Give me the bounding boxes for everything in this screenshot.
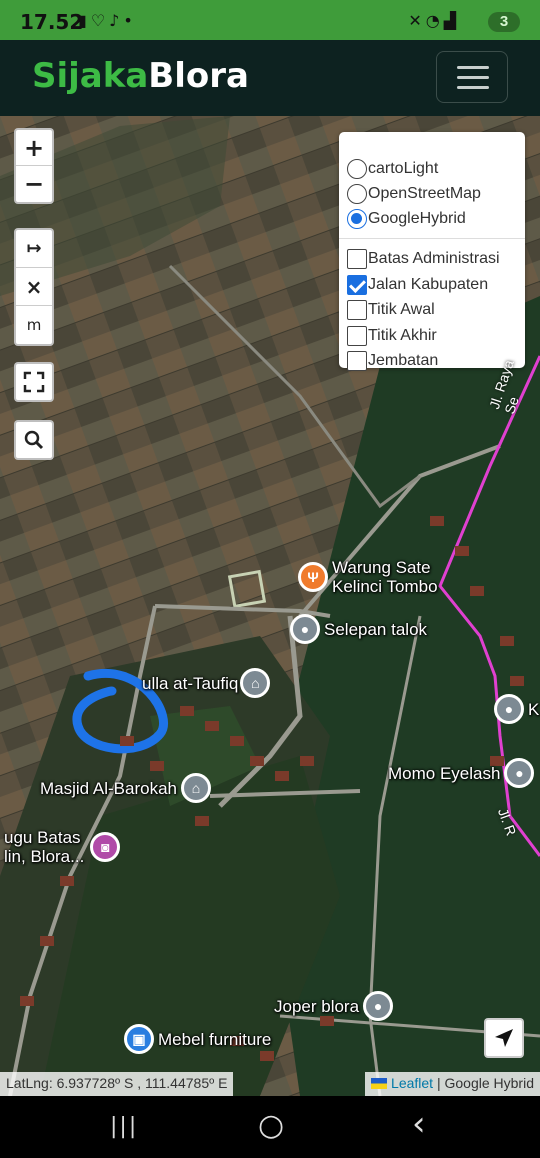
- brand-logo[interactable]: SijakaBlora: [32, 56, 249, 96]
- poi-k[interactable]: ● K: [494, 694, 539, 724]
- system-icons: ✕◔▟: [408, 11, 460, 30]
- radio-icon[interactable]: [347, 184, 367, 204]
- system-navigation-bar: ||| ○ ‹: [0, 1096, 540, 1158]
- provider-text: Google Hybrid: [444, 1075, 535, 1091]
- app-navbar: SijakaBlora: [0, 40, 540, 116]
- measure-unit-button[interactable]: m: [16, 306, 52, 344]
- brand-part-1: Sijaka: [32, 56, 149, 96]
- checkbox-icon[interactable]: [347, 351, 367, 371]
- overlay-label: Batas Administrasi: [368, 250, 500, 267]
- poi-label: Masjid Al-Barokah: [40, 778, 178, 798]
- poi-mebel-furniture[interactable]: ▣ Mebel furniture: [124, 1024, 271, 1054]
- checkbox-icon[interactable]: [347, 249, 367, 269]
- poi-joper-blora[interactable]: ● Joper blora: [270, 991, 394, 1021]
- fullscreen-control: [14, 362, 54, 402]
- layer-option-openstreetmap[interactable]: OpenStreetMap: [347, 181, 481, 207]
- overlay-label: Jembatan: [368, 352, 439, 369]
- locate-arrow-icon: [495, 1029, 513, 1047]
- ukraine-flag-icon: [371, 1078, 388, 1089]
- poi-label: Warung Sate Kelinci Tombo: [332, 558, 438, 596]
- checkbox-checked-icon[interactable]: [347, 275, 367, 295]
- dot-icon: •: [123, 11, 137, 30]
- brand-part-2: Blora: [148, 56, 249, 96]
- radio-selected-icon[interactable]: [347, 209, 367, 229]
- map-view[interactable]: + − ↦ × m cartoLight OpenStreetMap Googl…: [0, 116, 540, 1096]
- poi-tugu-batas[interactable]: ◙ ugu Batas lin, Blora...: [0, 828, 121, 866]
- hamburger-menu-button[interactable]: [436, 51, 508, 103]
- search-button[interactable]: [16, 422, 52, 458]
- zoom-control: + −: [14, 128, 54, 204]
- mute-icon: ✕: [408, 11, 426, 30]
- overlay-label: Titik Awal: [368, 301, 435, 318]
- wifi-icon: ◔: [425, 11, 444, 30]
- poi-label: Mebel furniture: [158, 1029, 272, 1049]
- status-bar: 17.52 ▮♡♪• ✕◔▟ 3: [0, 0, 540, 40]
- layer-label: OpenStreetMap: [368, 185, 481, 202]
- overlay-batas-administrasi[interactable]: Batas Administrasi: [347, 246, 500, 272]
- search-control: [14, 420, 54, 460]
- signal-icon: ▟: [443, 11, 460, 30]
- poi-masjid-al-barokah[interactable]: ⌂ Masjid Al-Barokah: [36, 773, 212, 803]
- coordinates-readout: LatLng: 6.937728º S , 111.44785º E: [0, 1072, 234, 1096]
- zoom-out-button[interactable]: −: [16, 166, 52, 202]
- battery-saver-icon: ▮: [78, 11, 91, 30]
- overlay-jembatan[interactable]: Jembatan: [347, 348, 438, 374]
- mosque-icon: ⌂: [240, 668, 271, 698]
- leaflet-link[interactable]: Leaflet: [391, 1075, 433, 1091]
- poi-label: Joper blora: [274, 996, 360, 1016]
- layers-control-panel: cartoLight OpenStreetMap GoogleHybrid Ba…: [339, 132, 525, 371]
- pin-icon: ●: [494, 694, 524, 724]
- pin-icon: ●: [363, 991, 394, 1021]
- poi-label: ugu Batas lin, Blora...: [4, 828, 85, 866]
- mosque-icon: ⌂: [181, 773, 212, 803]
- poi-label: ulla at-Taufiq: [142, 673, 239, 693]
- fullscreen-icon: [23, 371, 45, 393]
- layer-option-googlehybrid[interactable]: GoogleHybrid: [347, 206, 466, 232]
- recent-apps-button[interactable]: |||: [110, 1114, 138, 1139]
- poi-label: Momo Eyelash: [388, 763, 501, 783]
- overlay-jalan-kabupaten[interactable]: Jalan Kabupaten: [347, 272, 488, 298]
- layer-label: GoogleHybrid: [368, 210, 466, 227]
- measure-control: ↦ × m: [14, 228, 54, 346]
- poi-selepan-talok[interactable]: ● Selepan talok: [290, 614, 427, 644]
- restaurant-icon: Ψ: [298, 562, 328, 592]
- poi-label: Selepan talok: [324, 619, 428, 639]
- hamburger-icon: [457, 66, 489, 69]
- layer-option-cartolight[interactable]: cartoLight: [347, 156, 438, 182]
- attribution-separator: |: [433, 1075, 445, 1091]
- home-button[interactable]: ○: [258, 1108, 284, 1143]
- locate-button[interactable]: [484, 1018, 524, 1058]
- search-icon: [24, 430, 44, 450]
- measure-button[interactable]: ↦: [16, 230, 52, 268]
- radio-icon[interactable]: [347, 159, 367, 179]
- overlay-titik-akhir[interactable]: Titik Akhir: [347, 323, 437, 349]
- battery-icon: 3: [488, 12, 520, 32]
- camera-icon: ◙: [90, 832, 121, 862]
- layer-label: cartoLight: [368, 160, 439, 177]
- map-attribution: Leaflet | Google Hybrid: [365, 1072, 540, 1096]
- pin-icon: ●: [290, 614, 320, 644]
- notification-icons: ▮♡♪•: [78, 11, 137, 30]
- layers-divider: [339, 238, 525, 239]
- overlay-titik-awal[interactable]: Titik Awal: [347, 297, 435, 323]
- poi-momo-eyelash[interactable]: ● Momo Eyelash: [384, 758, 535, 788]
- back-button[interactable]: ‹: [412, 1104, 426, 1144]
- checkbox-icon[interactable]: [347, 300, 367, 320]
- overlay-label: Titik Akhir: [368, 327, 437, 344]
- tiktok-icon: ♪: [109, 11, 124, 30]
- fullscreen-button[interactable]: [16, 364, 52, 400]
- clear-measure-button[interactable]: ×: [16, 268, 52, 306]
- shop-icon: ▣: [124, 1024, 154, 1054]
- heart-icon: ♡: [90, 11, 110, 30]
- overlay-label: Jalan Kabupaten: [368, 276, 489, 293]
- poi-musholla-at-taufiq[interactable]: ⌂ ulla at-Taufiq: [138, 668, 271, 698]
- zoom-in-button[interactable]: +: [16, 130, 52, 166]
- status-time: 17.52: [20, 10, 84, 34]
- poi-label: K: [528, 699, 540, 719]
- checkbox-icon[interactable]: [347, 326, 367, 346]
- poi-warung-sate[interactable]: Ψ Warung Sate Kelinci Tombo: [298, 558, 438, 596]
- pin-icon: ●: [504, 758, 535, 788]
